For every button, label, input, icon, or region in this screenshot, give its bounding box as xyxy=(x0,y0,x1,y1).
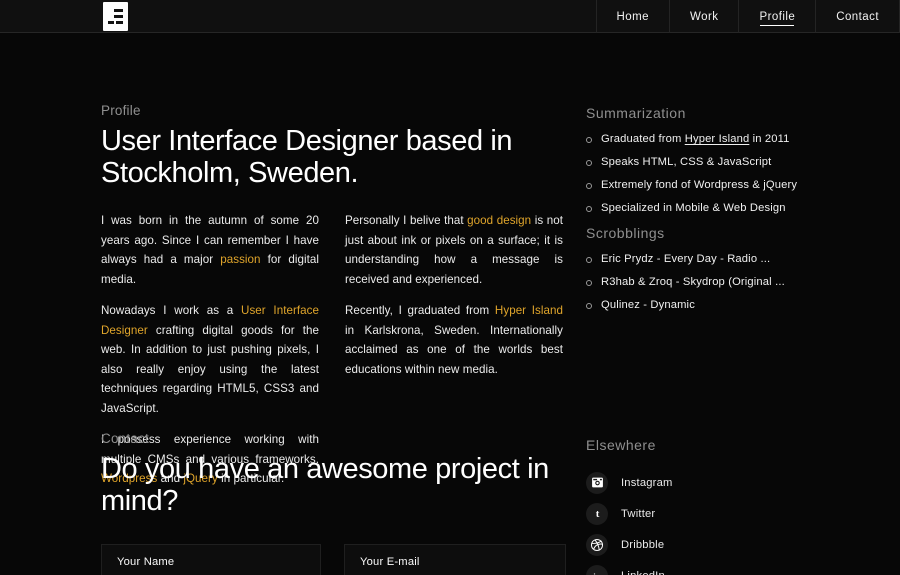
contact-section: Contact Do you have an awesome project i… xyxy=(101,431,571,575)
profile-headline: User Interface Designer based in Stockho… xyxy=(101,125,513,189)
site-header: Home Work Profile Contact xyxy=(0,0,900,33)
contact-form-row: Your Name Your E-mail xyxy=(101,544,571,575)
social-links-list: Instagram t Twitter Dribbble xyxy=(586,467,886,575)
social-label: LinkedIn xyxy=(621,570,665,575)
passion-link[interactable]: passion xyxy=(220,253,260,266)
nav-item-work[interactable]: Work xyxy=(669,0,738,33)
contact-headline: Do you have an awesome project in mind? xyxy=(101,453,549,517)
social-link-dribbble[interactable]: Dribbble xyxy=(586,529,886,560)
list-item[interactable]: Graduated from Hyper Island in 2011 xyxy=(586,132,886,147)
list-item[interactable]: Speaks HTML, CSS & JavaScript xyxy=(586,155,886,170)
summary-item-2: Speaks HTML, CSS & JavaScript xyxy=(601,156,772,168)
nav-item-contact[interactable]: Contact xyxy=(815,0,900,33)
email-input[interactable]: Your E-mail xyxy=(344,544,566,575)
list-item[interactable]: Extremely fond of Wordpress & jQuery xyxy=(586,178,886,193)
list-item[interactable]: Specialized in Mobile & Web Design xyxy=(586,201,886,216)
summary-item-3: Extremely fond of Wordpress & jQuery xyxy=(601,179,798,191)
profile-paragraph-1: I was born in the autumn of some 20 year… xyxy=(101,211,319,289)
summary-item-1-underline: Hyper Island xyxy=(684,133,750,145)
list-item[interactable]: Qulinez - Dynamic xyxy=(586,298,886,313)
scrobblings-title: Scrobblings xyxy=(586,225,665,241)
social-link-instagram[interactable]: Instagram xyxy=(586,467,886,498)
twitter-icon: t xyxy=(586,502,608,525)
summary-item-1-pre: Graduated from xyxy=(601,133,685,145)
paragraph-5-part-a: Recently, I graduated from xyxy=(345,304,495,317)
paragraph-2-part-a: Nowadays I work as a xyxy=(101,304,242,317)
elsewhere-title: Elsewhere xyxy=(586,437,656,453)
social-label: Instagram xyxy=(621,476,673,489)
social-link-twitter[interactable]: t Twitter xyxy=(586,498,886,529)
list-item[interactable]: Eric Prydz - Every Day - Radio ... xyxy=(586,252,886,267)
social-link-linkedin[interactable]: in LinkedIn xyxy=(586,560,886,575)
summary-item-4: Specialized in Mobile & Web Design xyxy=(601,202,786,214)
logo-bars-icon xyxy=(103,2,128,31)
name-input[interactable]: Your Name xyxy=(101,544,321,575)
dribbble-icon xyxy=(586,533,608,556)
summarization-title: Summarization xyxy=(586,105,686,121)
nav-item-profile[interactable]: Profile xyxy=(738,0,815,33)
svg-text:t: t xyxy=(595,508,599,520)
scrobblings-section: Scrobblings Eric Prydz - Every Day - Rad… xyxy=(586,225,886,321)
elsewhere-section: Elsewhere Instagram t Twitter Dribbble xyxy=(586,437,886,575)
summarization-list: Graduated from Hyper Island in 2011 Spea… xyxy=(586,132,886,216)
good-design-link[interactable]: good design xyxy=(467,214,531,227)
main-navigation: Home Work Profile Contact xyxy=(595,0,900,33)
profile-paragraph-5: Recently, I graduated from Hyper Island … xyxy=(345,301,563,379)
paragraph-5-part-b: in Karlskrona, Sweden. Internationally a… xyxy=(345,323,563,376)
list-item[interactable]: R3hab & Zroq - Skydrop (Original ... xyxy=(586,275,886,290)
social-label: Twitter xyxy=(621,507,656,520)
linkedin-icon: in xyxy=(586,564,608,575)
paragraph-2-part-b: crafting digital goods for the web. In a… xyxy=(101,323,319,415)
summarization-section: Summarization Graduated from Hyper Islan… xyxy=(586,105,886,224)
summary-item-1-post: in 2011 xyxy=(749,133,790,145)
contact-kicker: Contact xyxy=(101,431,149,446)
scrobblings-list: Eric Prydz - Every Day - Radio ... R3hab… xyxy=(586,252,886,313)
profile-kicker: Profile xyxy=(101,103,141,118)
profile-paragraph-4: Personally I belive that good design is … xyxy=(345,211,563,289)
site-logo[interactable] xyxy=(101,0,130,33)
hyper-island-link[interactable]: Hyper Island xyxy=(495,304,563,317)
social-label: Dribbble xyxy=(621,538,665,551)
paragraph-4-part-a: Personally I belive that xyxy=(345,214,468,227)
instagram-icon xyxy=(586,471,608,494)
nav-item-home[interactable]: Home xyxy=(595,0,669,33)
profile-paragraph-2: Nowadays I work as a User Interface Desi… xyxy=(101,301,319,418)
